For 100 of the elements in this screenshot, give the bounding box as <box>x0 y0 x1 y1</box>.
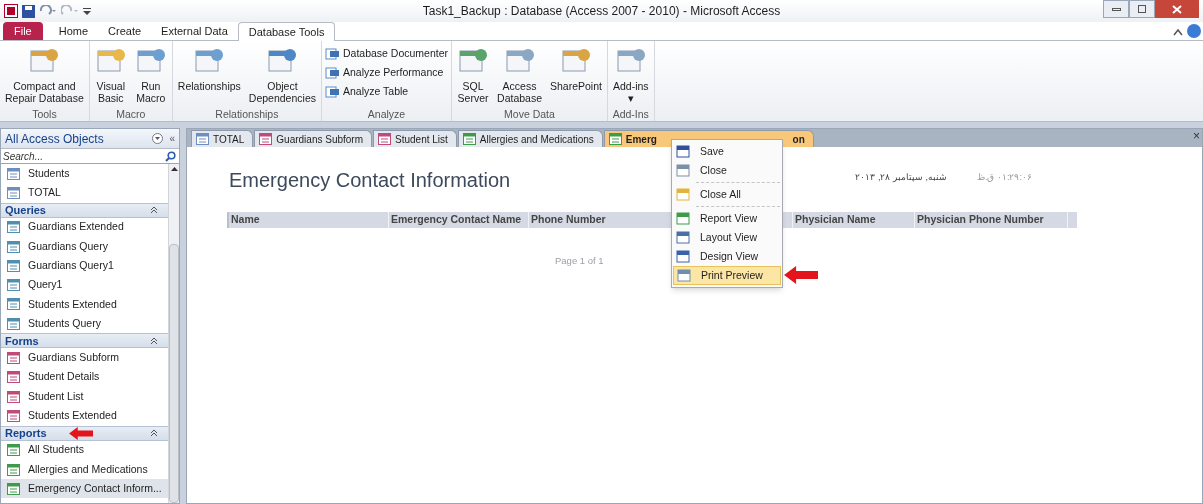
ribbon-group-label: Add-Ins <box>611 107 650 121</box>
nav-item-label: Student List <box>28 388 84 404</box>
group-header[interactable]: Forms <box>1 333 168 349</box>
ribbon-tab[interactable]: Create <box>98 22 152 40</box>
ribbon-button[interactable]: Visual Basic <box>92 45 129 107</box>
ribbon-button[interactable]: Object Dependencies <box>246 45 318 107</box>
report-icon <box>7 444 20 457</box>
nav-item[interactable]: Students <box>1 164 168 184</box>
collapse-pane-button[interactable]: « <box>169 131 175 146</box>
nav-item[interactable]: TOTAL <box>1 183 168 203</box>
ribbon-group-label: Relationships <box>214 107 280 121</box>
pane-title[interactable]: All Access Objects <box>5 129 153 148</box>
column-header: Physician Name <box>793 212 915 228</box>
form-icon <box>7 371 20 384</box>
document-tab[interactable]: Guardians Subform <box>254 130 373 147</box>
ribbon-small-button[interactable]: Analyze Table <box>325 83 449 100</box>
nav-item[interactable]: Student List <box>1 386 168 407</box>
nav-item[interactable]: Emergency Contact Inform... <box>1 479 168 499</box>
ribbon-button[interactable]: Compact and Repair Database <box>3 45 86 107</box>
ribbon-button[interactable]: SharePoint <box>548 45 604 107</box>
chevron-icon[interactable] <box>150 429 158 438</box>
group-title: Reports <box>5 425 47 441</box>
nav-item-label: Allergies and Medications <box>28 461 148 477</box>
ribbon-button[interactable]: Relationships <box>175 45 243 107</box>
nav-item-label: Student Details <box>28 369 100 385</box>
query-icon <box>7 279 20 292</box>
nav-item[interactable]: Student Details <box>1 367 168 387</box>
ribbon-tab[interactable]: External Data <box>151 22 238 40</box>
file-tab[interactable]: File <box>3 22 43 40</box>
nav-item[interactable]: Students Query <box>1 314 168 334</box>
nav-item[interactable]: Students Extended <box>1 406 168 426</box>
menu-item[interactable]: Design View <box>673 247 781 266</box>
search-field[interactable]: Search... <box>1 149 165 163</box>
ribbon-button[interactable]: Run Macro <box>132 45 169 107</box>
ribbon-button[interactable]: Access Database <box>495 45 544 107</box>
nav-item[interactable]: Guardians Query <box>1 236 168 257</box>
group-header[interactable]: Reports <box>1 425 168 441</box>
scrollbar[interactable] <box>168 164 179 503</box>
ribbon-group-label: Move Data <box>503 107 556 121</box>
query-icon <box>7 317 20 330</box>
save-icon[interactable] <box>22 4 35 18</box>
nav-item-label: Guardians Query <box>28 238 108 254</box>
document-tab[interactable]: Student List <box>373 130 457 147</box>
close-window-button[interactable] <box>1155 0 1199 18</box>
chevron-icon[interactable] <box>150 206 158 215</box>
nav-item-label: All Students <box>28 442 85 458</box>
menu-item[interactable]: Report View <box>673 209 781 228</box>
tab-label-end: on <box>792 132 805 147</box>
report-icon <box>608 133 622 145</box>
scroll-up-icon[interactable] <box>170 167 178 171</box>
ribbon-tab[interactable]: Database Tools <box>237 22 336 41</box>
ribbon-button[interactable]: SQL Server <box>455 45 492 107</box>
nav-item-label: Students Extended <box>28 408 117 424</box>
minimize-button[interactable] <box>1103 0 1129 18</box>
report-tool-icon <box>325 84 340 99</box>
collapse-ribbon-icon[interactable] <box>1173 28 1183 36</box>
ribbon-group-label: Tools <box>31 107 58 121</box>
nav-item-label: Students Query <box>28 315 101 331</box>
document-tab[interactable]: TOTAL <box>191 130 254 147</box>
restore-button[interactable] <box>1129 0 1155 18</box>
group-title: Forms <box>5 333 39 349</box>
query-icon <box>7 298 20 311</box>
ribbon-tab[interactable]: Home <box>48 22 99 40</box>
dropdown-icon[interactable] <box>152 133 164 144</box>
menu-item[interactable]: Print Preview <box>673 266 781 285</box>
nav-item[interactable]: Students Extended <box>1 294 168 315</box>
nav-item[interactable]: Guardians Query1 <box>1 256 168 276</box>
nav-item-label: Query1 <box>28 277 63 293</box>
nav-item[interactable]: Guardians Subform <box>1 348 168 368</box>
search-icon <box>165 150 176 162</box>
ribbon-small-button[interactable]: Database Documenter <box>325 45 449 62</box>
nav-item-label: TOTAL <box>28 185 61 201</box>
query-icon <box>7 221 20 234</box>
ribbon-small-button[interactable]: Analyze Performance <box>325 64 449 81</box>
table-icon <box>196 133 209 145</box>
form-icon <box>378 133 392 145</box>
nav-item[interactable]: Guardians Extended <box>1 217 168 237</box>
menu-item[interactable]: Close <box>673 161 781 180</box>
ribbon-button[interactable]: Add-ins ▾ <box>610 45 651 107</box>
close-tab-button[interactable]: × <box>1193 127 1200 145</box>
report-icon <box>7 482 20 495</box>
report-icon <box>462 133 476 145</box>
document-tab[interactable]: Allergies and Medications <box>457 130 603 147</box>
report-icon <box>7 463 20 476</box>
nav-item-label: Guardians Subform <box>28 350 120 366</box>
customize-toolbar-icon[interactable] <box>83 6 91 16</box>
report-title: Emergency Contact Information <box>229 168 511 193</box>
help-icon[interactable] <box>1187 24 1201 38</box>
menu-item[interactable]: Close All <box>673 185 781 204</box>
menu-item[interactable]: Layout View <box>673 228 781 247</box>
ribbon-group-label: Macro <box>115 107 147 121</box>
nav-item[interactable]: Allergies and Medications <box>1 459 168 480</box>
nav-item[interactable]: All Students <box>1 440 168 460</box>
group-header[interactable]: Queries <box>1 202 168 218</box>
page-footer: Page 1 of 1 <box>555 254 604 269</box>
form-icon <box>259 133 273 145</box>
group-title: Queries <box>5 202 46 218</box>
nav-item[interactable]: Query1 <box>1 275 168 295</box>
chevron-icon[interactable] <box>150 336 158 345</box>
report-tool-icon <box>325 65 340 80</box>
